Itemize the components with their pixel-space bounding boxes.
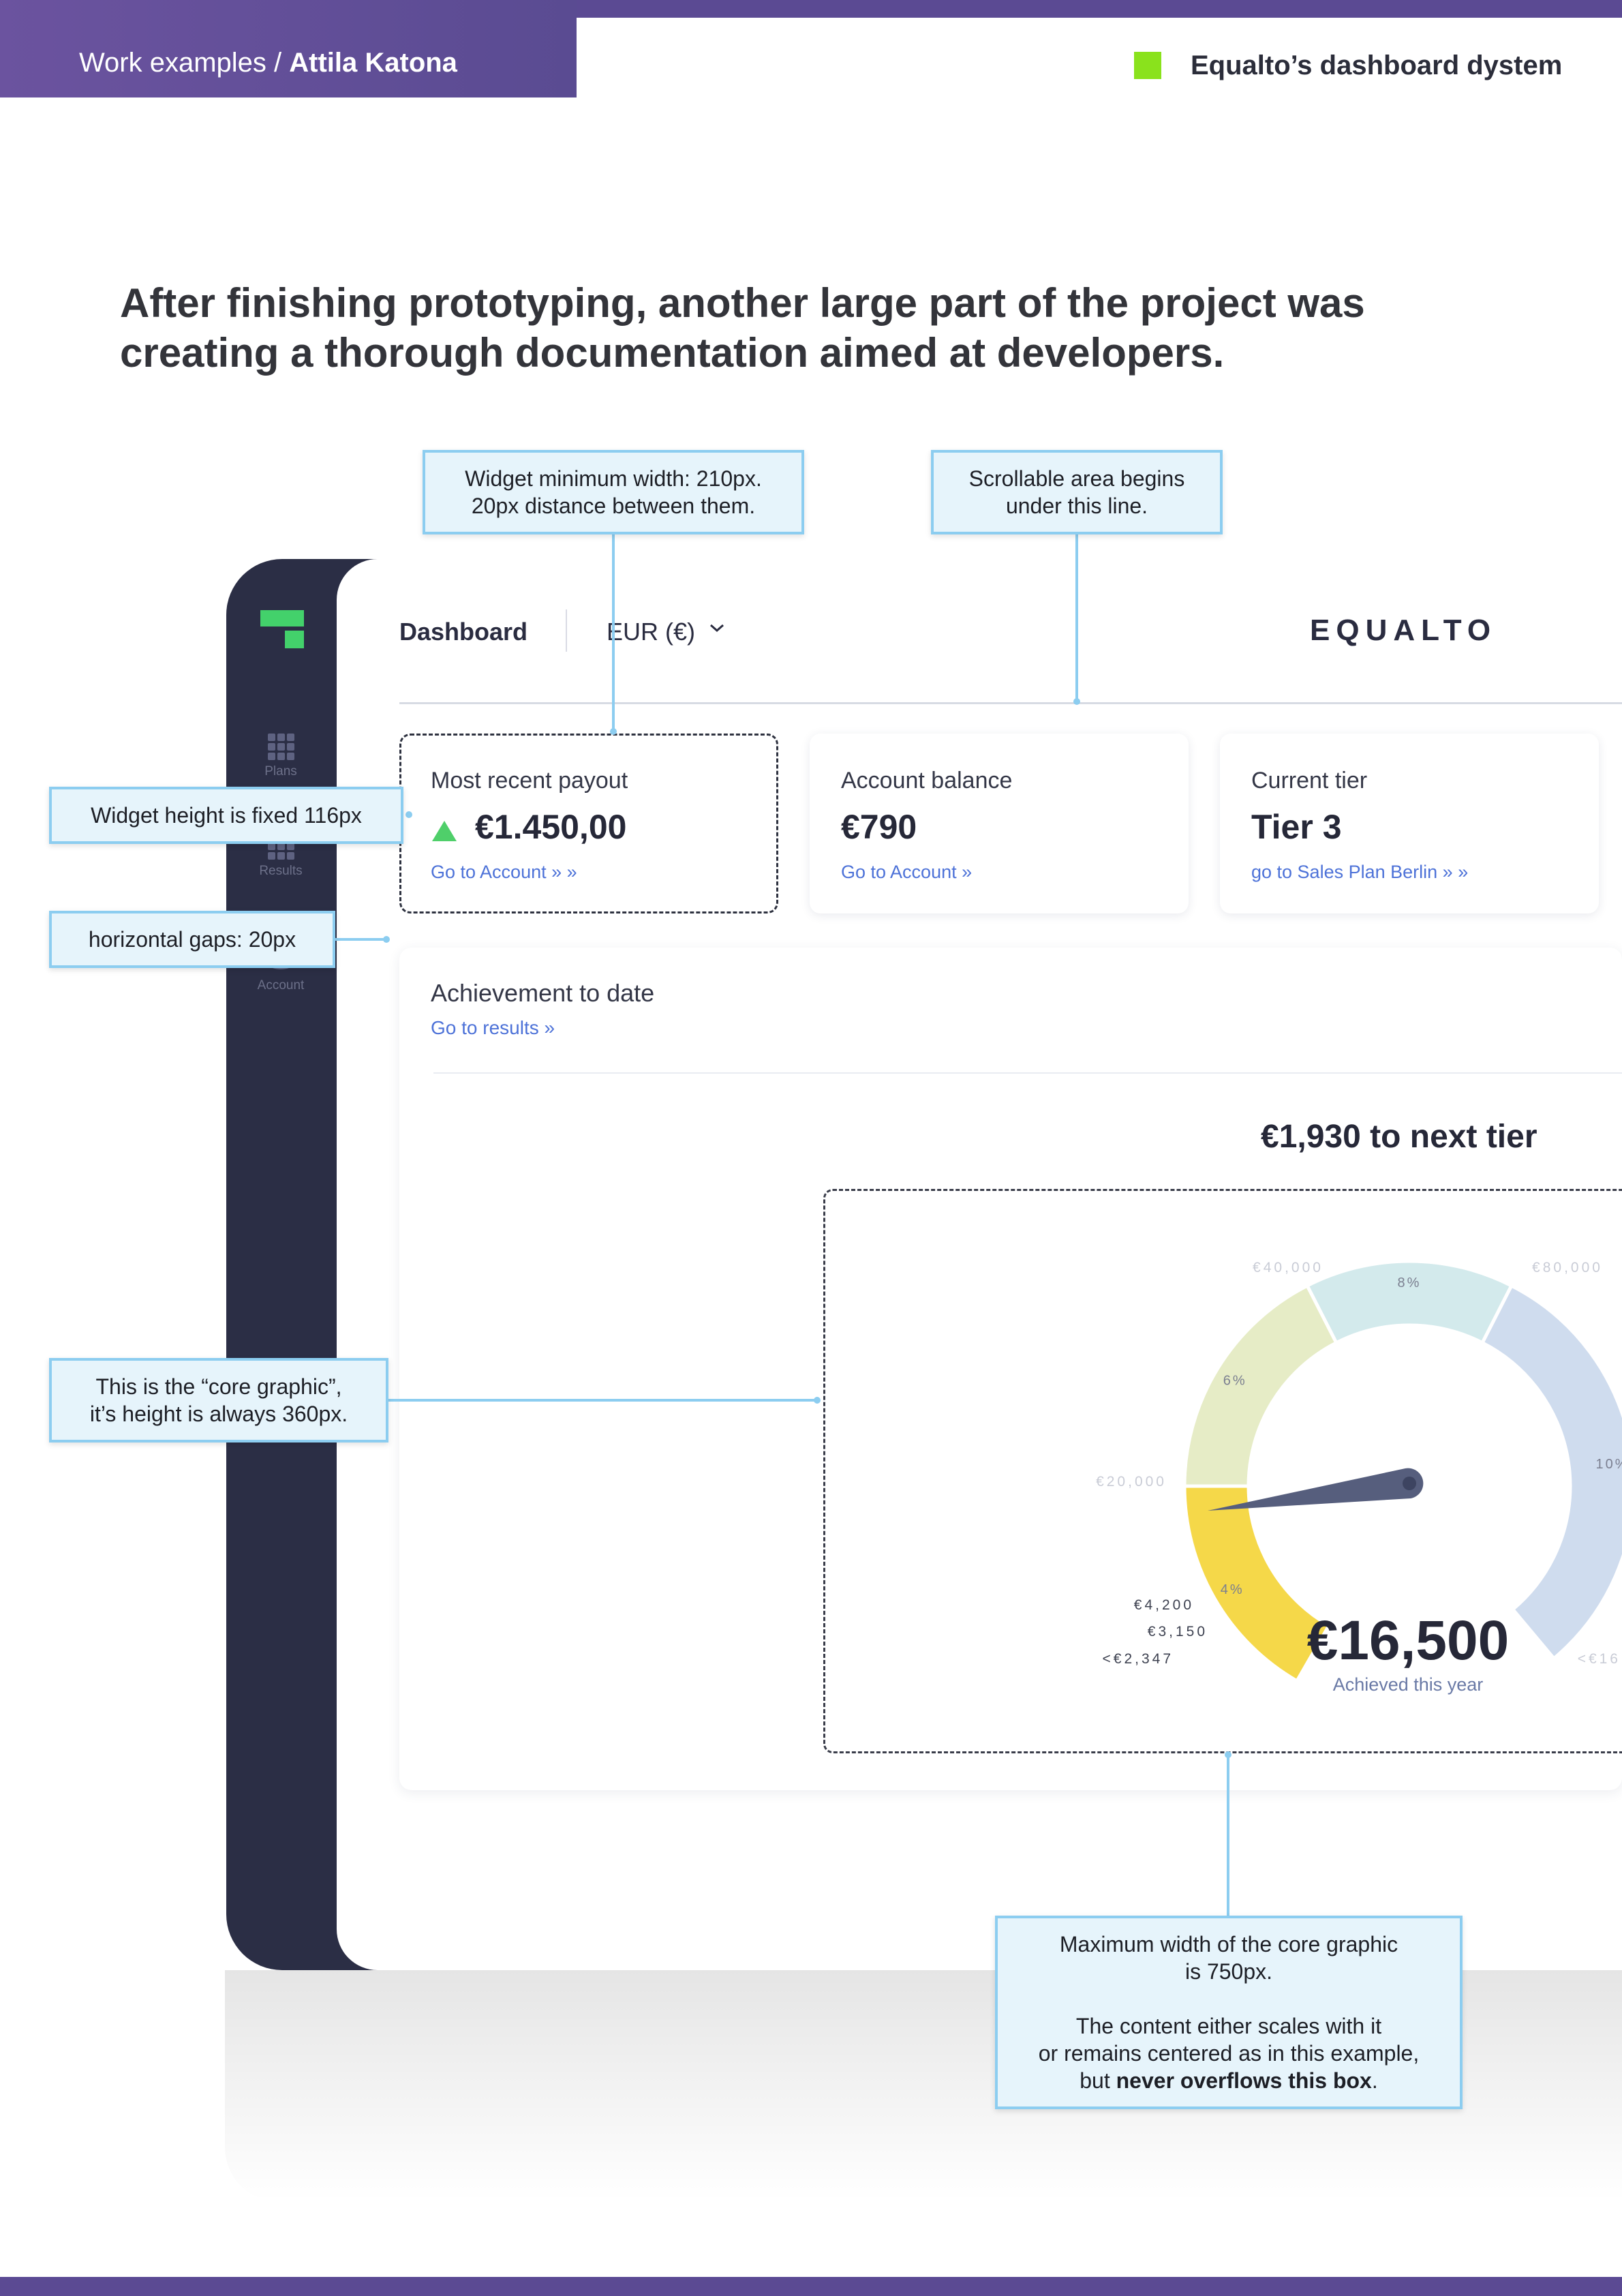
widget-current-tier: Current tier Tier 3 go to Sales Plan Ber… xyxy=(1220,734,1599,913)
annotation-connector xyxy=(1227,1756,1229,1917)
annotation-connector-dot xyxy=(1073,698,1080,705)
breadcrumb-prefix: Work examples / xyxy=(79,48,290,78)
author-name: Attila Katona xyxy=(289,48,457,78)
table-icon xyxy=(267,843,294,860)
gauge-threshold-label: €80,000 xyxy=(1532,1260,1603,1275)
sidebar-item-label: Results xyxy=(259,864,303,878)
gauge-threshold-label: €40,000 xyxy=(1253,1260,1323,1275)
breadcrumb: Work examples / Attila Katona xyxy=(79,48,457,78)
annotation-gaps: horizontal gaps: 20px xyxy=(49,911,335,968)
gauge-threshold-label: €3,150 xyxy=(1148,1624,1208,1640)
bottom-band xyxy=(0,2277,1622,2296)
next-tier-text: €1,930 to next tier xyxy=(1261,1119,1537,1155)
achieved-caption: Achieved this year xyxy=(1333,1674,1484,1695)
widget-value: Tier 3 xyxy=(1251,808,1342,846)
gauge-needle-hub xyxy=(1403,1477,1416,1490)
annotation-widget-width: Widget minimum width: 210px. 20px distan… xyxy=(423,450,804,534)
annotation-connector xyxy=(387,1399,818,1402)
scroll-boundary-line xyxy=(399,702,1622,704)
widget-recent-payout: Most recent payout €1.450,00 Go to Accou… xyxy=(399,734,778,913)
annotation-connector-dot xyxy=(383,936,390,943)
widget-label: Most recent payout xyxy=(431,768,628,794)
annotation-widget-height: Widget height is fixed 116px xyxy=(49,787,403,844)
header-tab: Work examples / Attila Katona xyxy=(0,0,577,97)
gauge-threshold-label: <€16 xyxy=(1578,1651,1621,1667)
topbar-divider xyxy=(566,609,567,652)
annotation-connector xyxy=(334,938,387,941)
achievement-divider xyxy=(433,1072,1622,1074)
widget-value: €790 xyxy=(841,808,917,846)
annotation-max-width: Maximum width of the core graphic is 750… xyxy=(995,1916,1463,2109)
widget-label: Account balance xyxy=(841,768,1013,794)
gauge-segment xyxy=(1182,1283,1339,1488)
annotation-core-graphic: This is the “core graphic”, it’s height … xyxy=(49,1358,388,1442)
up-triangle-icon xyxy=(432,821,457,841)
widget-value: €1.450,00 xyxy=(475,808,627,846)
currency-select[interactable]: EUR (€) xyxy=(607,618,695,646)
gauge-threshold-label: €4,200 xyxy=(1134,1597,1194,1613)
widget-label: Current tier xyxy=(1251,768,1368,794)
sidebar-item-label: Account xyxy=(257,978,305,993)
widget-link[interactable]: Go to Account » » xyxy=(431,862,577,883)
gauge-segment-label: 10% xyxy=(1596,1457,1622,1472)
sidebar-item-plans[interactable]: Plans xyxy=(254,732,308,779)
green-square-icon xyxy=(1134,52,1161,79)
annotation-connector xyxy=(612,533,615,732)
sidebar-item-label: Plans xyxy=(264,764,297,779)
widget-account-balance: Account balance €790 Go to Account » xyxy=(810,734,1189,913)
chevron-down-icon[interactable] xyxy=(709,622,725,633)
equalto-logo-icon[interactable] xyxy=(260,610,304,654)
annotation-connector-dot xyxy=(610,728,617,735)
go-to-results-link[interactable]: Go to results » xyxy=(431,1017,555,1039)
gauge-threshold-label: <€2,347 xyxy=(1103,1651,1174,1667)
gauge-segment xyxy=(1480,1283,1622,1661)
headline-line-2: creating a thorough documentation aimed … xyxy=(120,330,1225,376)
gauge-segment-label: 6% xyxy=(1223,1373,1247,1388)
headline-line-1: After finishing prototyping, another lar… xyxy=(120,280,1365,326)
project-title: Equalto’s dashboard dystem xyxy=(1191,50,1563,80)
gauge-segment-label: 4% xyxy=(1221,1582,1244,1597)
annotation-connector-dot xyxy=(814,1397,821,1404)
annotation-connector-dot xyxy=(1225,1751,1231,1758)
dashboard-title: Dashboard xyxy=(399,618,528,646)
achievement-title: Achievement to date xyxy=(431,979,655,1007)
annotation-connector-dot xyxy=(406,811,412,818)
sidebar-item-results[interactable]: Results xyxy=(254,841,308,879)
widget-link[interactable]: Go to Account » xyxy=(841,862,972,883)
achieved-value: €16,500 xyxy=(1307,1610,1509,1672)
gauge-chart: 4% 6% 8% 10% <€2,347 €3,150 €4,200 €20,000 €40,0… xyxy=(1096,1259,1622,1695)
headline: After finishing prototyping, another lar… xyxy=(120,278,1483,378)
widget-link[interactable]: go to Sales Plan Berlin » » xyxy=(1251,862,1468,883)
gauge-segment-label: 8% xyxy=(1398,1275,1422,1290)
gauge-threshold-label: €20,000 xyxy=(1096,1474,1167,1490)
gauge-segment xyxy=(1304,1259,1514,1346)
annotation-connector xyxy=(1075,533,1078,704)
equalto-wordmark: EQUALTO xyxy=(1310,614,1497,647)
grid-icon xyxy=(267,734,294,760)
annotation-scroll-area: Scrollable area begins under this line. xyxy=(931,450,1223,534)
